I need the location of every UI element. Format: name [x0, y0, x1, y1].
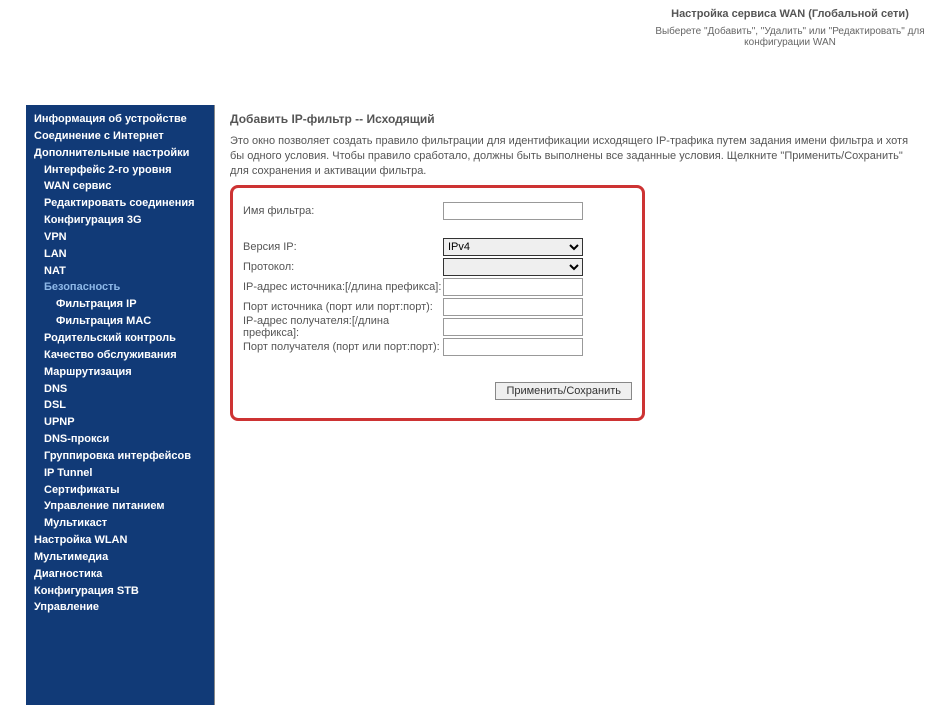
page-title: Добавить IP-фильтр -- Исходящий	[230, 112, 930, 126]
sidebar-item[interactable]: Мультикаст	[26, 515, 214, 532]
dst-port-label: Порт получателя (порт или порт:порт):	[243, 341, 443, 353]
sidebar-item[interactable]: Управление питанием	[26, 498, 214, 515]
sidebar-item[interactable]: Информация об устройстве	[26, 111, 214, 128]
header-title: Настройка сервиса WAN (Глобальной сети)	[650, 8, 930, 20]
sidebar-item[interactable]: Группировка интерфейсов	[26, 448, 214, 465]
sidebar-item[interactable]: Редактировать соединения	[26, 195, 214, 212]
filter-form-highlight: Имя фильтра: Версия IP: IPv4 Протокол: I…	[230, 185, 645, 421]
sidebar-item[interactable]: DNS	[26, 381, 214, 398]
sidebar: Информация об устройствеСоединение с Инт…	[26, 105, 214, 705]
protocol-label: Протокол:	[243, 261, 443, 273]
sidebar-item[interactable]: Диагностика	[26, 566, 214, 583]
sidebar-item[interactable]: DSL	[26, 397, 214, 414]
sidebar-item[interactable]: Качество обслуживания	[26, 347, 214, 364]
src-port-input[interactable]	[443, 298, 583, 316]
header-info: Настройка сервиса WAN (Глобальной сети) …	[650, 0, 930, 48]
sidebar-item[interactable]: Мультимедиа	[26, 549, 214, 566]
sidebar-item[interactable]: Фильтрация MAC	[26, 313, 214, 330]
sidebar-item[interactable]: Безопасность	[26, 279, 214, 296]
src-ip-label: IP-адрес источника:[/длина префикса]:	[243, 281, 443, 293]
header-subtitle: Выберете "Добавить", "Удалить" или "Реда…	[650, 26, 930, 48]
sidebar-item[interactable]: Управление	[26, 599, 214, 616]
sidebar-item[interactable]: Дополнительные настройки	[26, 145, 214, 162]
apply-save-button[interactable]: Применить/Сохранить	[495, 382, 632, 400]
dst-ip-label: IP-адрес получателя:[/длина префикса]:	[243, 315, 443, 339]
vertical-divider	[214, 105, 215, 705]
sidebar-item[interactable]: WAN сервис	[26, 178, 214, 195]
sidebar-item[interactable]: LAN	[26, 246, 214, 263]
sidebar-item[interactable]: Конфигурация STB	[26, 583, 214, 600]
sidebar-item[interactable]: DNS-прокси	[26, 431, 214, 448]
sidebar-item[interactable]: UPNP	[26, 414, 214, 431]
dst-ip-input[interactable]	[443, 318, 583, 336]
sidebar-item[interactable]: Маршрутизация	[26, 364, 214, 381]
src-ip-input[interactable]	[443, 278, 583, 296]
sidebar-item[interactable]: VPN	[26, 229, 214, 246]
ip-version-label: Версия IP:	[243, 241, 443, 253]
content-area: Добавить IP-фильтр -- Исходящий Это окно…	[230, 112, 930, 421]
filter-name-label: Имя фильтра:	[243, 205, 443, 217]
sidebar-item[interactable]: Фильтрация IP	[26, 296, 214, 313]
dst-port-input[interactable]	[443, 338, 583, 356]
sidebar-item[interactable]: Интерфейс 2-го уровня	[26, 162, 214, 179]
sidebar-item[interactable]: NAT	[26, 263, 214, 280]
filter-name-input[interactable]	[443, 202, 583, 220]
sidebar-item[interactable]: Родительский контроль	[26, 330, 214, 347]
sidebar-item[interactable]: IP Tunnel	[26, 465, 214, 482]
ip-version-select[interactable]: IPv4	[443, 238, 583, 256]
sidebar-item[interactable]: Настройка WLAN	[26, 532, 214, 549]
sidebar-item[interactable]: Сертификаты	[26, 482, 214, 499]
protocol-select[interactable]	[443, 258, 583, 276]
src-port-label: Порт источника (порт или порт:порт):	[243, 301, 443, 313]
page-description: Это окно позволяет создать правило фильт…	[230, 134, 920, 179]
sidebar-item[interactable]: Соединение с Интернет	[26, 128, 214, 145]
sidebar-item[interactable]: Конфигурация 3G	[26, 212, 214, 229]
